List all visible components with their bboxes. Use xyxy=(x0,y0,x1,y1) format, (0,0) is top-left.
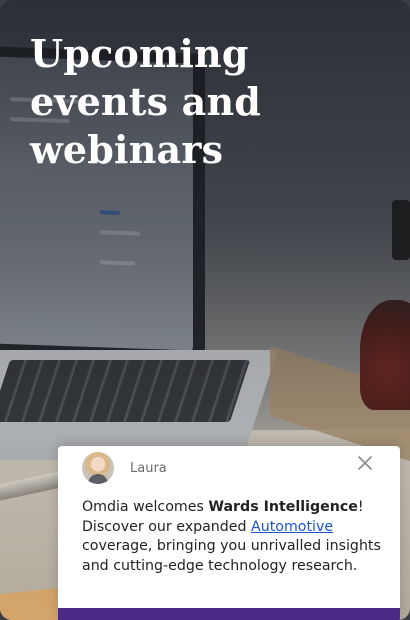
page-title: Upcoming events and webinars xyxy=(30,31,262,172)
close-icon[interactable] xyxy=(356,454,374,472)
chat-action-bar[interactable] xyxy=(58,608,400,620)
chat-popup[interactable]: Laura Omdia welcomes Wards Intelligence!… xyxy=(58,446,400,620)
brand-name: Wards Intelligence xyxy=(208,499,358,515)
agent-name: Laura xyxy=(130,460,167,476)
close-button[interactable] xyxy=(356,454,374,472)
chat-header: Laura xyxy=(82,452,167,484)
automotive-link[interactable]: Automotive xyxy=(251,519,333,535)
avatar xyxy=(82,452,114,484)
message-text-3: coverage, bringing you unrivalled insigh… xyxy=(82,538,381,574)
message-text-1: Omdia welcomes xyxy=(82,499,209,515)
chat-message: Omdia welcomes Wards Intelligence! Disco… xyxy=(82,498,382,576)
events-hero-banner: Upcoming events and webinars Laura Omdia… xyxy=(0,0,410,620)
